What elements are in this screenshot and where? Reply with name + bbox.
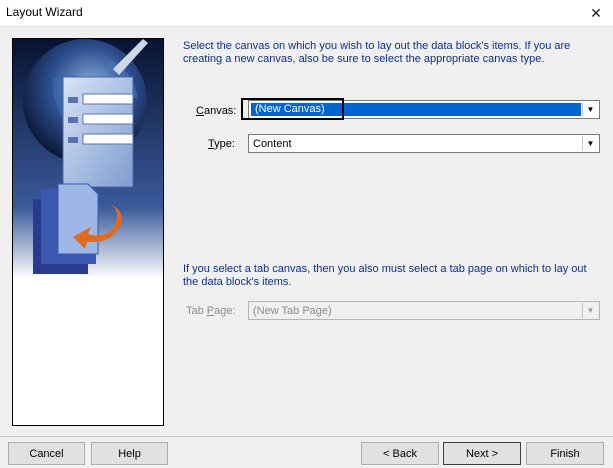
chevron-down-icon[interactable]: ▼ bbox=[582, 136, 598, 151]
next-button[interactable]: Next > bbox=[443, 442, 521, 465]
wizard-illustration bbox=[12, 38, 164, 426]
type-value: Content bbox=[253, 138, 292, 150]
tab-instructions: If you select a tab canvas, then you als… bbox=[183, 263, 587, 288]
type-combo[interactable]: Content ▼ bbox=[248, 134, 600, 153]
window-title: Layout Wizard bbox=[6, 5, 83, 19]
canvas-instructions: Select the canvas on which you wish to l… bbox=[183, 40, 571, 65]
wizard-body: Select the canvas on which you wish to l… bbox=[0, 27, 613, 436]
type-label: Type: bbox=[208, 138, 235, 150]
button-separator bbox=[0, 436, 613, 437]
help-button[interactable]: Help bbox=[91, 442, 168, 465]
canvas-combo[interactable]: (New Canvas) ▼ bbox=[248, 100, 600, 119]
cancel-button[interactable]: Cancel bbox=[8, 442, 85, 465]
tab-page-value: (New Tab Page) bbox=[253, 305, 332, 317]
back-button[interactable]: < Back bbox=[361, 442, 439, 465]
canvas-label: Canvas: bbox=[196, 105, 237, 117]
finish-button[interactable]: Finish bbox=[526, 442, 604, 465]
tab-page-label: Tab Page: bbox=[186, 305, 236, 317]
chevron-down-icon[interactable]: ▼ bbox=[582, 303, 598, 318]
chevron-down-icon[interactable]: ▼ bbox=[582, 102, 598, 117]
close-icon[interactable]: ✕ bbox=[579, 0, 613, 26]
canvas-value: (New Canvas) bbox=[255, 103, 325, 115]
tab-page-combo[interactable]: (New Tab Page) ▼ bbox=[248, 301, 600, 320]
title-bar: Layout Wizard ✕ bbox=[0, 0, 613, 27]
globe-documents-illustration bbox=[13, 39, 163, 425]
